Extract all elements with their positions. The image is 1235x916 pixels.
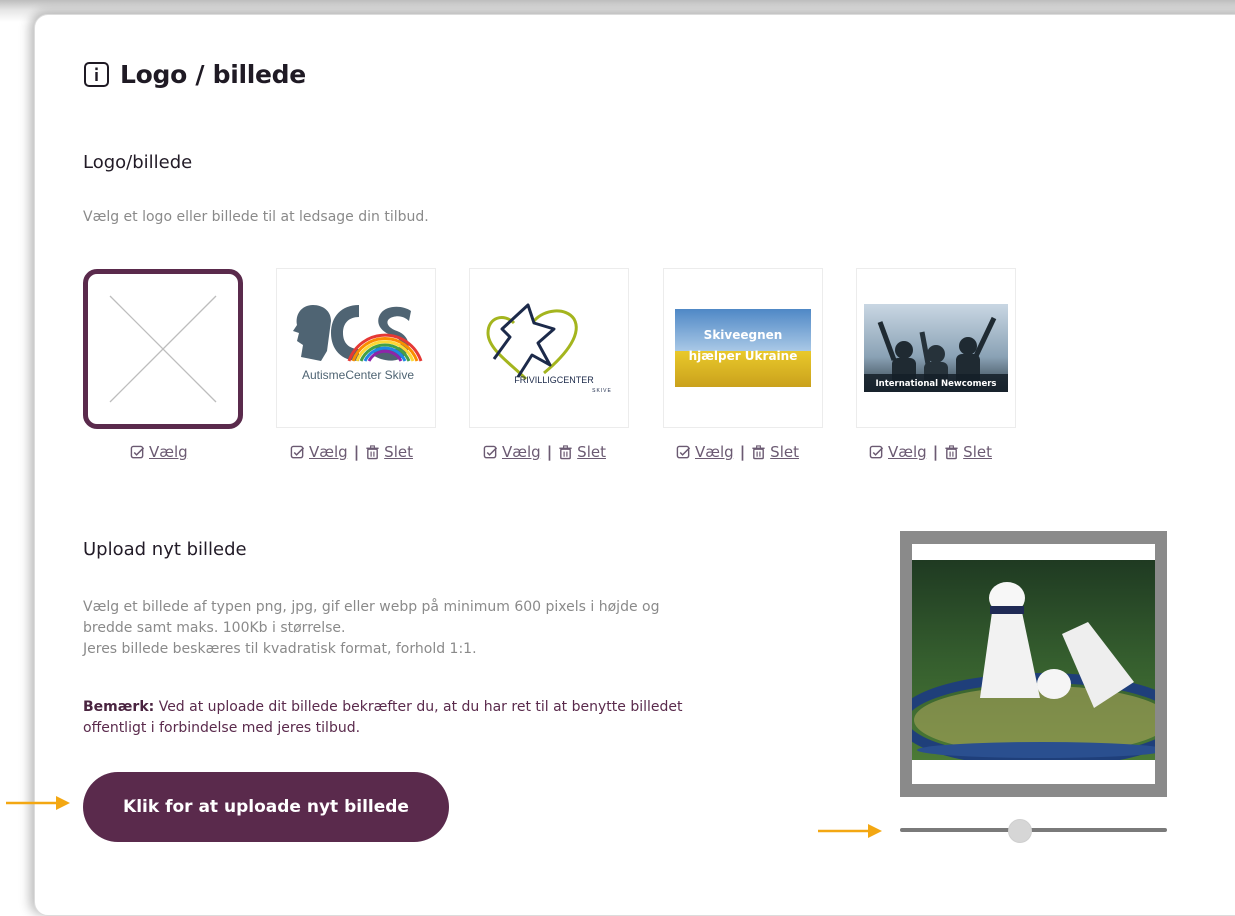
action-separator: | — [353, 443, 360, 461]
logo-description: Vælg et logo eller billede til at ledsag… — [83, 209, 429, 225]
frivilligcenter-logo-image: FRIVILLIGCENTER SKIVE — [486, 303, 612, 394]
logo-tile-ukraine-actions: Vælg | Slet — [676, 443, 799, 461]
upload-description-line-2: bredde samt maks. 100Kb i størrelse. — [83, 620, 346, 636]
section-title: Logo / billede — [120, 60, 306, 89]
ukraine-image-text-1: Skiveegnen — [704, 328, 783, 342]
select-link-acs[interactable]: Vælg — [309, 443, 348, 461]
trash-icon — [366, 444, 379, 459]
upload-note-text-2: offentligt i forbindelse med jeres tilbu… — [83, 720, 361, 736]
acs-logo-text: AutismeCenter Skive — [302, 368, 414, 382]
logo-tile-none[interactable] — [83, 269, 243, 429]
logo-tile-newcomers[interactable]: International Newcomers — [856, 268, 1016, 428]
delete-link-ukraine[interactable]: Slet — [770, 443, 799, 461]
action-separator: | — [546, 443, 553, 461]
check-square-icon — [290, 445, 305, 458]
ukraine-image-text-2: hjælper Ukraine — [689, 349, 798, 363]
select-link-frivilligcenter[interactable]: Vælg — [502, 443, 541, 461]
zoom-slider-thumb[interactable] — [1007, 819, 1032, 843]
trash-icon — [945, 444, 958, 459]
delete-link-frivilligcenter[interactable]: Slet — [577, 443, 606, 461]
crop-preview[interactable] — [900, 531, 1167, 797]
logo-tile-acs[interactable]: AutismeCenter Skive — [276, 268, 436, 428]
newcomers-image: International Newcomers — [864, 304, 1008, 392]
frivilligcenter-logo-subtext: SKIVE — [592, 388, 612, 394]
trash-icon — [752, 444, 765, 459]
select-link-newcomers[interactable]: Vælg — [888, 443, 927, 461]
no-image-icon — [109, 295, 217, 403]
upload-button[interactable]: Klik for at uploade nyt billede — [83, 772, 449, 842]
action-separator: | — [739, 443, 746, 461]
upload-heading: Upload nyt billede — [83, 539, 247, 560]
logo-tile-acs-actions: Vælg | Slet — [290, 443, 413, 461]
logo-heading: Logo/billede — [83, 152, 193, 173]
crop-preview-canvas — [912, 544, 1155, 784]
logo-tile-ukraine[interactable]: Skiveegnen hjælper Ukraine — [663, 268, 823, 428]
logo-tile-frivilligcenter-actions: Vælg | Slet — [483, 443, 606, 461]
arrow-pointer-icon — [818, 824, 882, 838]
section-header: Logo / billede — [83, 60, 306, 89]
upload-description: Vælg et billede af typen png, jpg, gif e… — [83, 597, 843, 660]
frivilligcenter-logo-text: FRIVILLIGCENTER — [514, 375, 594, 385]
arrow-pointer-icon — [6, 796, 70, 810]
logo-tile-none-actions: Vælg — [130, 443, 188, 461]
logo-tile-newcomers-actions: Vælg | Slet — [869, 443, 992, 461]
check-square-icon — [483, 445, 498, 458]
check-square-icon — [676, 445, 691, 458]
upload-description-line-1: Vælg et billede af typen png, jpg, gif e… — [83, 599, 660, 615]
upload-note-label: Bemærk: — [83, 699, 155, 715]
upload-note-text: Ved at uploade dit billede bekræfter du,… — [154, 699, 683, 715]
action-separator: | — [932, 443, 939, 461]
select-link-ukraine[interactable]: Vælg — [695, 443, 734, 461]
upload-description-line-3: Jeres billede beskæres til kvadratisk fo… — [83, 641, 477, 657]
trash-icon — [559, 444, 572, 459]
ukraine-image: Skiveegnen hjælper Ukraine — [675, 309, 811, 387]
delete-link-acs[interactable]: Slet — [384, 443, 413, 461]
upload-note: Bemærk: Ved at uploade dit billede bekræ… — [83, 697, 823, 739]
info-icon — [84, 62, 109, 87]
zoom-slider-track[interactable] — [900, 828, 1167, 832]
select-link-none[interactable]: Vælg — [149, 443, 188, 461]
check-square-icon — [869, 445, 884, 458]
delete-link-newcomers[interactable]: Slet — [963, 443, 992, 461]
check-square-icon — [130, 445, 145, 458]
acs-logo-image: AutismeCenter Skive — [293, 305, 423, 382]
badminton-preview-image — [912, 560, 1155, 760]
newcomers-image-text: International Newcomers — [876, 379, 997, 389]
logo-tile-frivilligcenter[interactable]: FRIVILLIGCENTER SKIVE — [469, 268, 629, 428]
